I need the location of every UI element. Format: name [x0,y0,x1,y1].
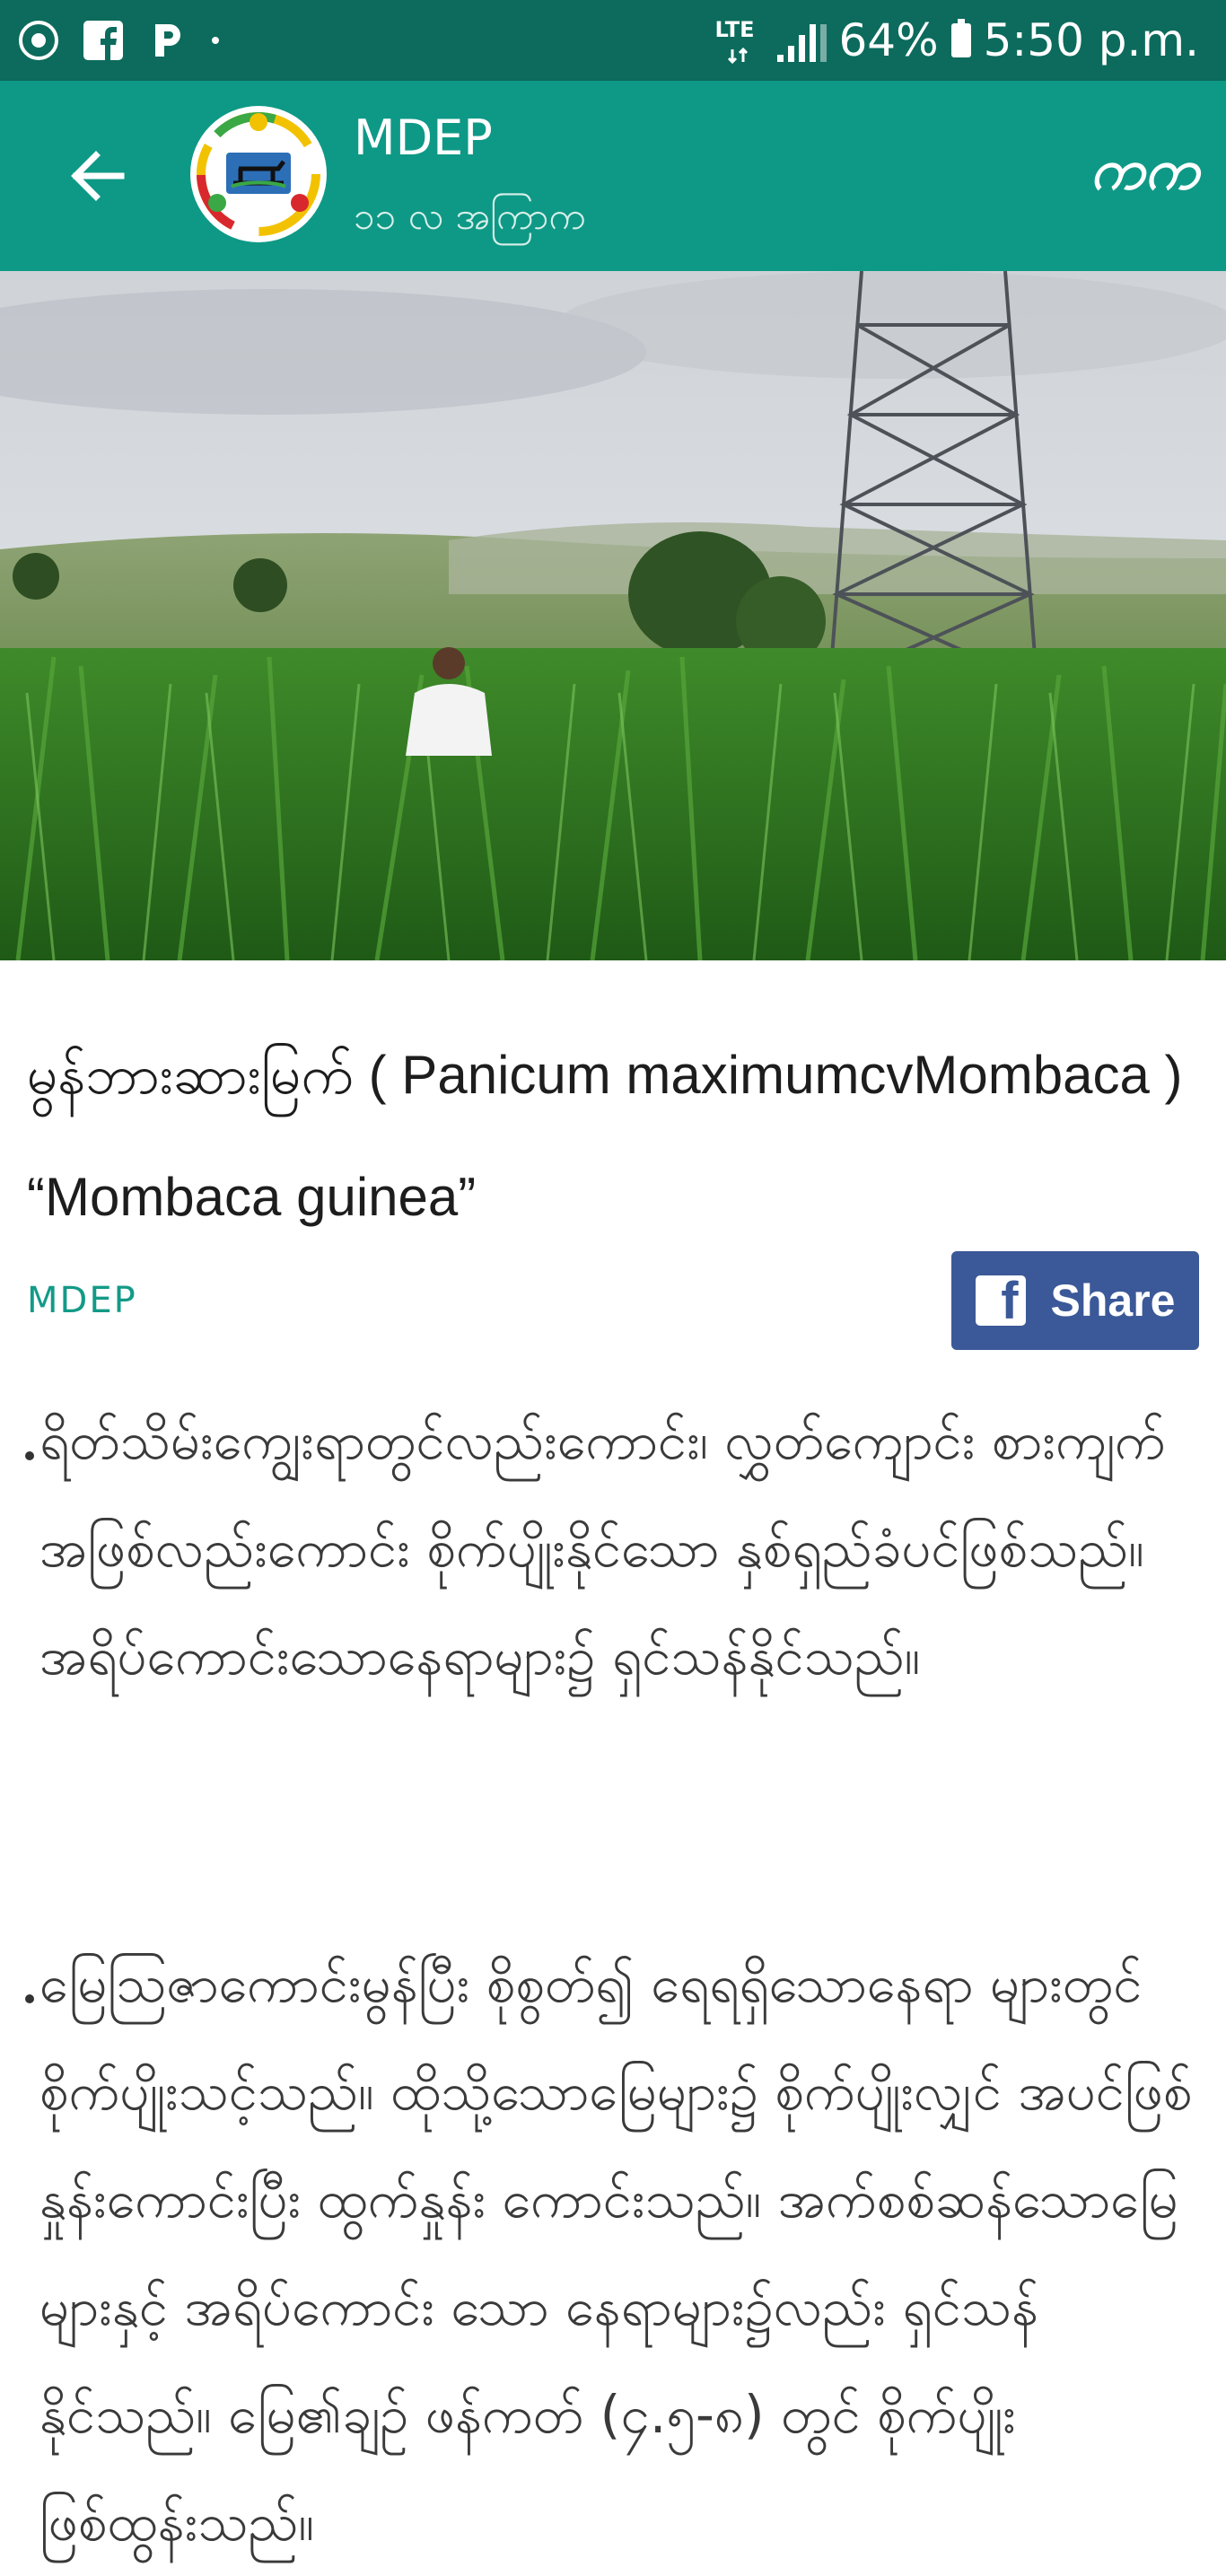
battery-icon [950,19,971,57]
bullet-dot [25,1994,34,2003]
bullet-dot [25,1451,34,1460]
post-time: ၁၁ လ အကြာက [354,194,586,238]
source-link[interactable]: MDEP [27,1280,137,1321]
lte-icon: LTE [714,13,765,67]
app-notification-icon [18,20,59,61]
article-paragraph: မြေသြဇာကောင်းမွန်ပြီး စိုစွတ်၍ ရေရရှိသော… [25,1930,1197,2576]
facebook-icon [83,20,124,61]
article-hero-image [0,271,1226,960]
channel-logo[interactable] [190,106,327,242]
article-paragraph: ရိတ်သိမ်းကျွေးရာတွင်လည်းကောင်း၊ လွှတ်ကျေ… [25,1387,1197,1710]
status-bar: LTE 64% 5:50 p.m. [0,0,1226,81]
facebook-share-button[interactable]: f Share [951,1251,1199,1350]
paragraph-text: မြေသြဇာကောင်းမွန်ပြီး စိုစွတ်၍ ရေရရှိသော… [39,1953,1193,2553]
facebook-icon: f [975,1272,1026,1330]
battery-percent: 64% [838,14,939,66]
back-button[interactable] [54,133,140,219]
system-indicators: LTE 64% 5:50 p.m. [714,9,1199,72]
share-label: Share [1050,1275,1176,1326]
cattle-logo-icon [197,112,320,236]
app-bar: MDEP ၁၁ လ အကြာက ကက [0,81,1226,271]
arrow-back-icon [71,151,125,201]
pinterest-icon [147,20,188,61]
clock: 5:50 p.m. [983,14,1199,66]
paragraph-text: ရိတ်သိမ်းကျွေးရာတွင်လည်းကောင်း၊ လွှတ်ကျေ… [39,1410,1166,1687]
signal-icon [777,15,828,66]
notification-icons [18,18,219,63]
article-title: မွန်ဘားဆားမြက် ( Panicum maximumcvMombac… [27,1045,1183,1227]
more-dot-icon [212,37,219,44]
channel-title: MDEP [354,110,493,166]
font-toggle-button[interactable]: ကက [1090,135,1199,216]
